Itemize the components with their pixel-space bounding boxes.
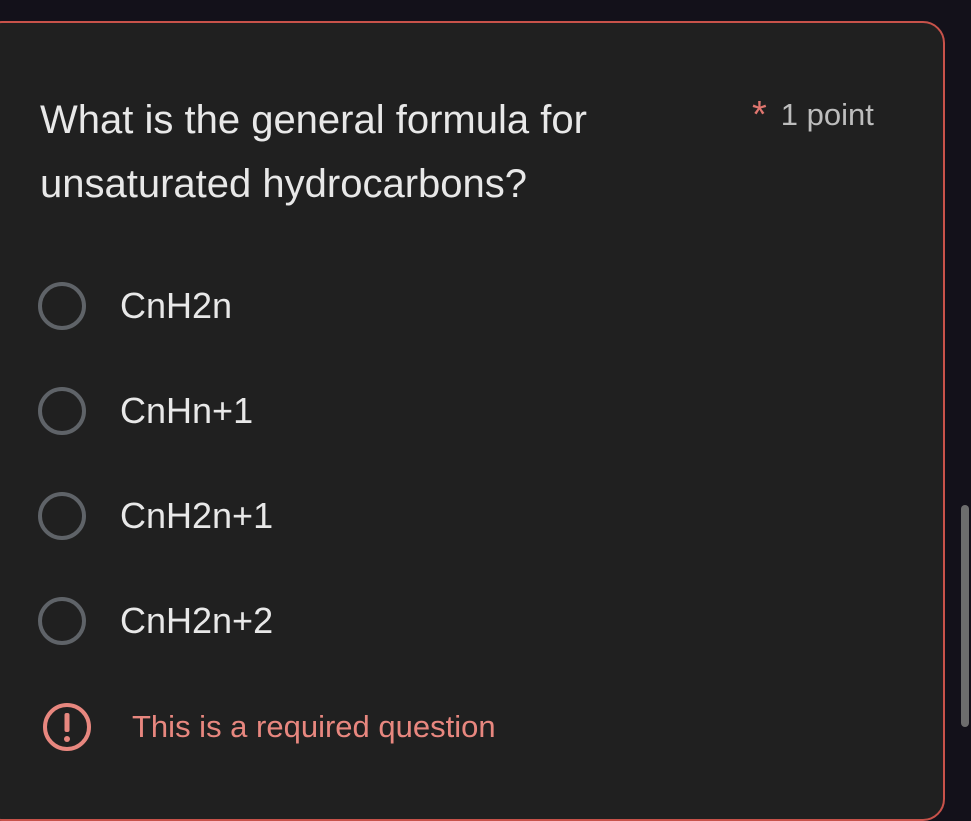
question-points: * 1 point (752, 96, 874, 134)
exclamation-circle-icon (43, 703, 91, 751)
radio-button[interactable] (38, 387, 86, 435)
radio-button[interactable] (38, 597, 86, 645)
required-asterisk: * (752, 94, 767, 136)
option-label: CnH2n+1 (120, 495, 274, 536)
option-cnh2n-plus-1[interactable]: CnH2n+1 (38, 492, 273, 540)
radio-button[interactable] (38, 492, 86, 540)
required-error: This is a required question (42, 702, 496, 752)
radio-button[interactable] (38, 282, 86, 330)
question-title: What is the general formula for unsatura… (40, 98, 587, 206)
option-label: CnH2n (120, 285, 233, 326)
option-label: CnHn+1 (120, 390, 254, 431)
option-cnh2n[interactable]: CnH2n (38, 282, 232, 330)
option-cnhn-plus-1[interactable]: CnHn+1 (38, 387, 253, 435)
scrollbar-thumb[interactable] (961, 505, 969, 727)
error-message: This is a required question (132, 709, 496, 744)
option-cnh2n-plus-2[interactable]: CnH2n+2 (38, 597, 273, 645)
points-label: 1 point (780, 97, 874, 132)
option-label: CnH2n+2 (120, 600, 274, 641)
